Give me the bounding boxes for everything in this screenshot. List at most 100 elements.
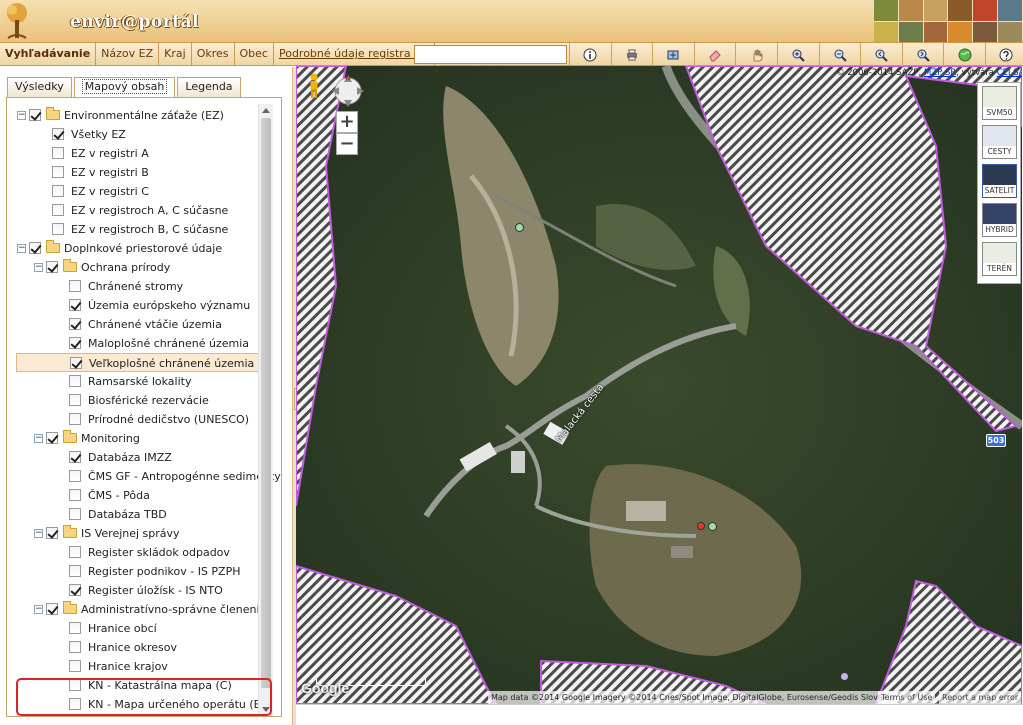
help-button[interactable] [984,43,1023,66]
layer-checkbox[interactable] [69,489,81,501]
zoom-out-tool-button[interactable] [818,43,861,66]
layer-row[interactable]: Biosférické rezervácie [7,391,265,410]
layer-checkbox[interactable] [69,641,81,653]
layer-checkbox[interactable] [69,660,81,672]
map-zoom-out-button[interactable]: − [336,133,358,155]
map-marker-lilac[interactable] [840,672,849,681]
layer-checkbox[interactable] [29,242,41,254]
layer-row[interactable]: EZ v registroch B, C súčasne [7,220,265,239]
terms-of-use-link[interactable]: Terms of Use [878,691,936,704]
layer-checkbox[interactable] [52,166,64,178]
layer-row[interactable]: Veľkoplošné chránené územia [16,353,262,372]
nav-tab-obec[interactable]: Obec [235,43,274,66]
zoom-previous-button[interactable] [860,43,902,66]
layer-checkbox[interactable] [29,109,41,121]
eraser-button[interactable] [693,43,736,66]
layer-row[interactable]: EZ v registri B [7,163,265,182]
layer-checkbox[interactable] [46,527,58,539]
layer-row[interactable]: EZ v registri A [7,144,265,163]
layer-row[interactable]: Register úložísk - IS NTO [7,581,265,600]
layer-checkbox[interactable] [69,698,81,710]
map-type-cesty[interactable]: CESTY [982,125,1017,159]
layer-row[interactable]: Hranice krajov [7,657,265,676]
layer-checkbox[interactable] [69,451,81,463]
collapse-toggle-icon[interactable]: − [34,605,43,614]
report-map-error-link[interactable]: Report a map error [939,691,1022,704]
layer-checkbox[interactable] [69,508,81,520]
scroll-down-icon[interactable] [262,707,270,712]
map-zoom-in-button[interactable]: + [336,111,358,133]
layer-row[interactable]: ČMS GF - Antropogénne sedimenty [7,467,281,486]
scrollbar-thumb[interactable] [261,118,271,688]
layer-row[interactable]: Územia európskeho významu [7,296,265,315]
layer-row[interactable]: KN - Mapa určeného operátu (E) [7,695,265,714]
layer-checkbox[interactable] [69,337,81,349]
layer-row[interactable]: Maloplošné chránené územia [7,334,265,353]
mzp-sr-link[interactable]: MŽP SR [924,68,956,78]
layer-row[interactable]: Databáza IMZZ [7,448,265,467]
map-marker-green[interactable] [515,223,524,232]
layer-checkbox[interactable] [52,223,64,235]
layer-checkbox[interactable] [69,394,81,406]
layer-row[interactable]: ČMS - Pôda [7,486,265,505]
layer-row[interactable]: Všetky EZ [7,125,265,144]
scroll-up-icon[interactable] [262,108,270,113]
layer-checkbox[interactable] [69,299,81,311]
layer-checkbox[interactable] [69,679,81,691]
layer-checkbox[interactable] [69,546,81,558]
layer-checkbox[interactable] [52,128,64,140]
layer-row[interactable]: Register podnikov - IS PZPH [7,562,265,581]
collapse-toggle-icon[interactable]: − [17,111,26,120]
layer-row[interactable]: Databáza TBD [7,505,265,524]
tab-legenda[interactable]: Legenda [177,77,241,97]
layer-row[interactable]: Hranice obcí [7,619,265,638]
pan-button[interactable] [735,43,777,66]
tab-mapovy-obsah[interactable]: Mapový obsah [73,77,176,97]
map-type-teren[interactable]: TERÉN [982,242,1017,276]
layer-checkbox[interactable] [69,584,81,596]
layer-row[interactable]: EZ v registri C [7,182,265,201]
map-marker-red[interactable] [697,522,705,530]
layer-checkbox[interactable] [69,413,81,425]
layer-row[interactable]: − Environmentálne záťaže (EZ) [7,106,265,125]
layer-checkbox[interactable] [69,318,81,330]
layer-row[interactable]: Prírodné dedičstvo (UNESCO) [7,410,265,429]
zoom-in-tool-button[interactable] [776,43,819,66]
layer-row[interactable]: − Doplnkové priestorové údaje [7,239,265,258]
info-button[interactable] [569,43,611,66]
tab-vysledky[interactable]: Výsledky [7,77,72,97]
cei-sazp-link[interactable]: CEI SAŽP [997,68,1022,78]
layer-checkbox[interactable] [46,261,58,273]
layer-row[interactable]: Register skládok odpadov [7,543,265,562]
app-logo[interactable]: envir@portál [70,12,199,32]
layer-checkbox[interactable] [69,280,81,292]
layer-row[interactable]: − Monitoring [7,429,265,448]
google-logo[interactable]: Google [301,680,349,696]
layer-row[interactable]: − Ochrana prírody [7,258,265,277]
layer-row[interactable]: − IS Verejnej správy [7,524,265,543]
layer-checkbox[interactable] [46,603,58,615]
map-marker-green-2[interactable] [708,522,717,531]
layer-row[interactable]: Chránené vtáčie územia [7,315,265,334]
map-type-hybrid[interactable]: HYBRID [982,203,1017,237]
layer-checkbox[interactable] [69,470,81,482]
layer-checkbox[interactable] [52,204,64,216]
map-type-satelit[interactable]: SATELIT [982,164,1017,198]
layer-checkbox[interactable] [69,622,81,634]
layer-row[interactable]: EZ v registroch A, C súčasne [7,201,265,220]
layer-checkbox[interactable] [52,185,64,197]
pan-control-icon[interactable]: N [328,71,368,111]
layer-row[interactable]: − Administratívno-správne členenie [7,600,266,619]
layer-checkbox[interactable] [46,432,58,444]
collapse-toggle-icon[interactable]: − [17,244,26,253]
layer-row[interactable]: Hranice okresov [7,638,265,657]
layer-row[interactable]: Chránené stromy [7,277,265,296]
layer-row[interactable]: KN - Katastrálna mapa (C) [7,676,265,695]
layer-checkbox[interactable] [69,565,81,577]
layer-tree-scrollbar[interactable] [258,104,273,716]
collapse-toggle-icon[interactable]: − [34,263,43,272]
nav-tab-okres[interactable]: Okres [192,43,235,66]
nav-tab-podrobne-udaje[interactable]: Podrobné údaje registra EZ [274,43,435,66]
globe-button[interactable] [943,43,985,66]
street-view-pegman-icon[interactable] [307,73,321,99]
